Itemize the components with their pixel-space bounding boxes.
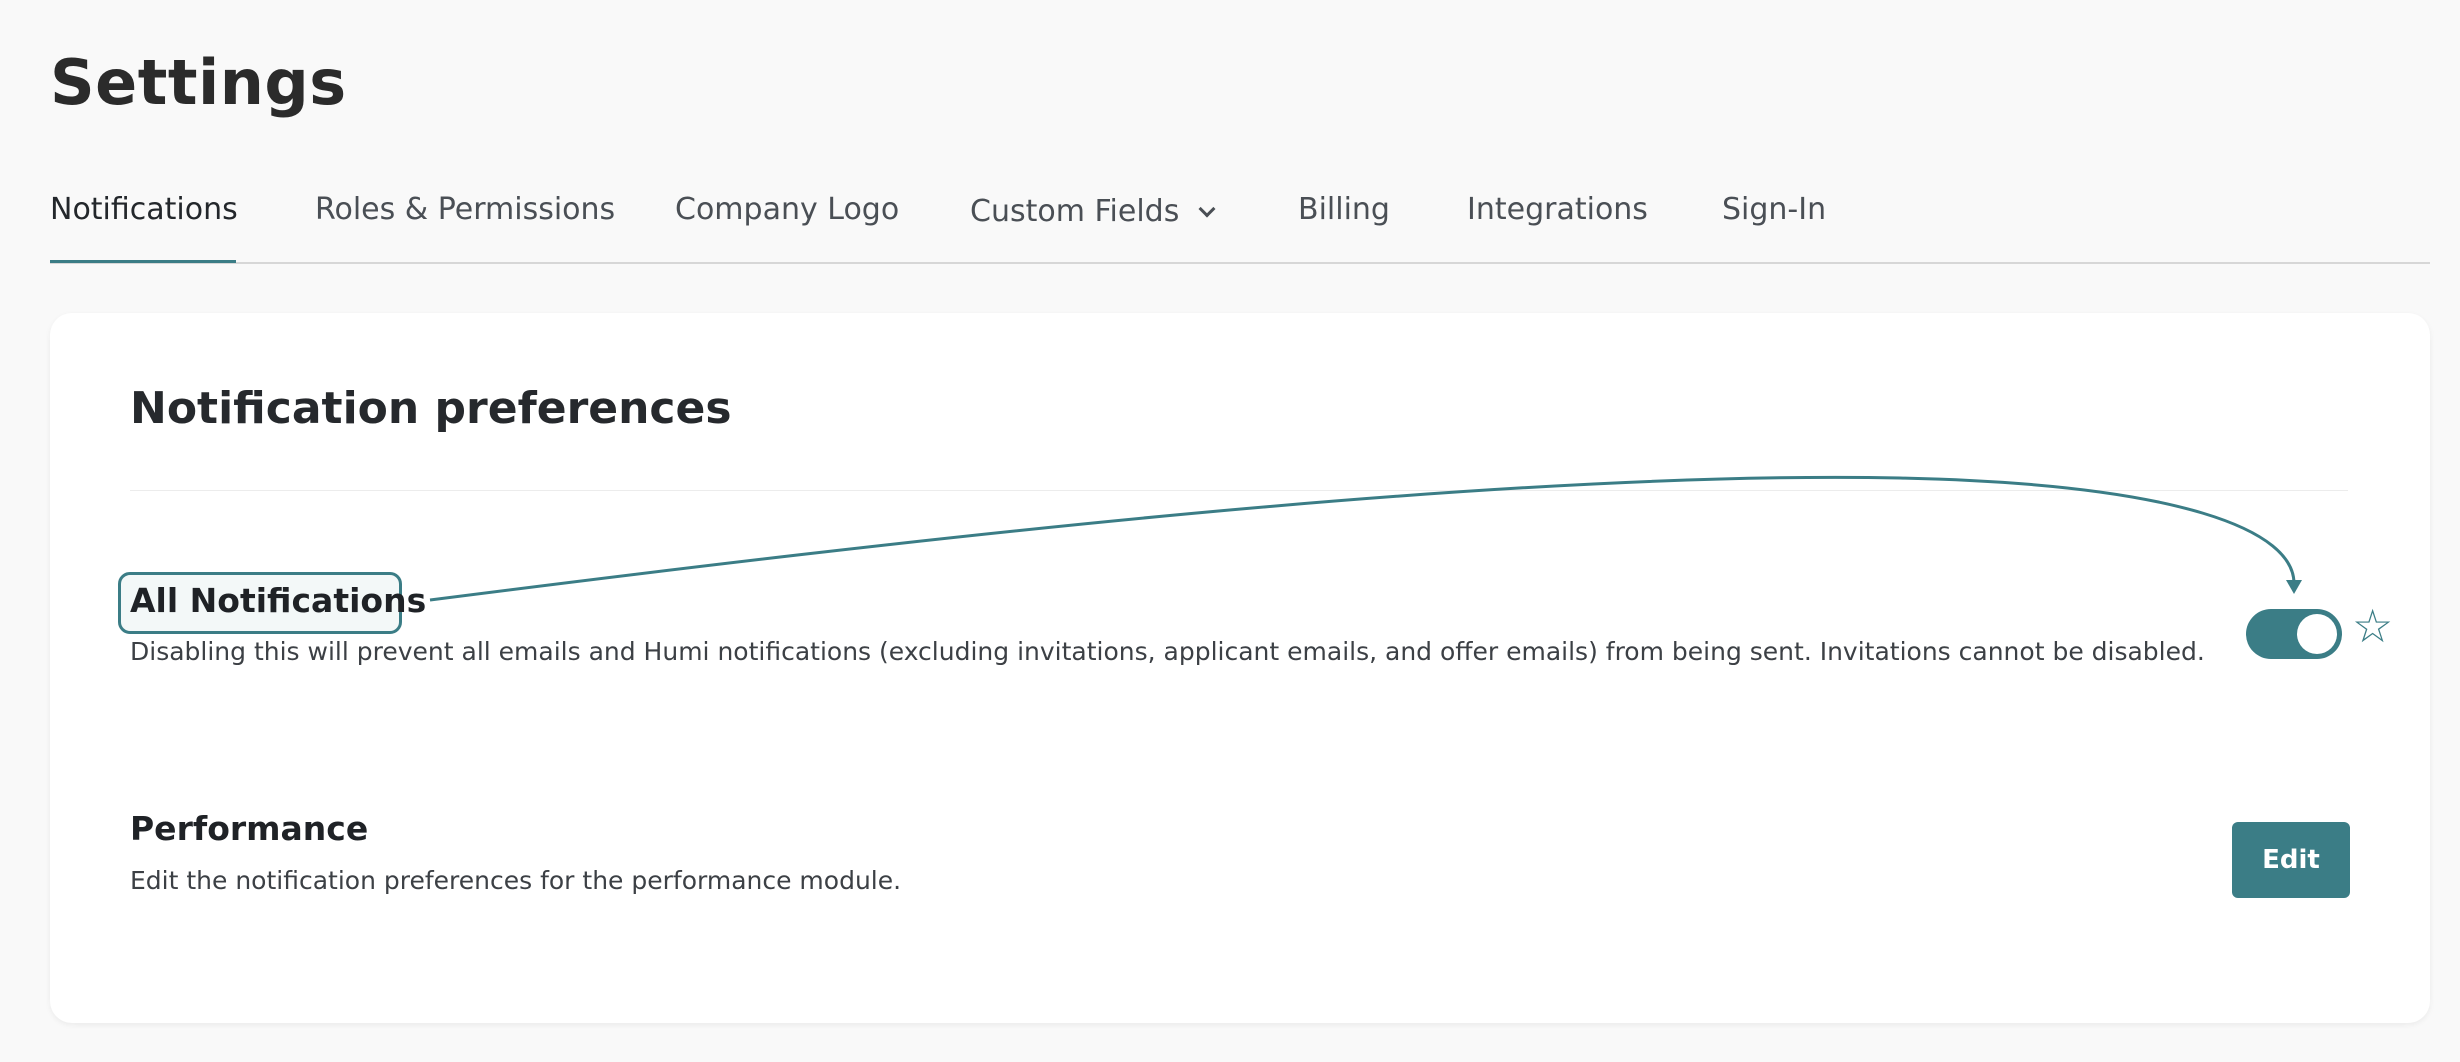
notification-preferences-card: Notification preferences All Notificatio…: [50, 313, 2430, 1023]
tab-company-logo[interactable]: Company Logo: [675, 192, 899, 227]
tab-integrations[interactable]: Integrations: [1467, 192, 1648, 227]
performance-edit-button[interactable]: Edit: [2232, 822, 2350, 898]
tab-notifications[interactable]: Notifications: [50, 192, 238, 227]
tab-roles-permissions[interactable]: Roles & Permissions: [315, 192, 615, 227]
all-notifications-description: Disabling this will prevent all emails a…: [130, 637, 2205, 666]
toggle-knob: [2297, 614, 2337, 654]
all-notifications-toggle[interactable]: [2246, 609, 2342, 659]
page-title: Settings: [50, 46, 347, 119]
tab-label: Roles & Permissions: [315, 192, 616, 227]
tab-label: Integrations: [1467, 192, 1648, 227]
all-notifications-label: All Notifications: [130, 581, 427, 620]
tab-label: Billing: [1298, 192, 1390, 227]
card-title: Notification preferences: [130, 383, 732, 434]
tab-sign-in[interactable]: Sign-In: [1722, 192, 1826, 227]
tab-label: Custom Fields: [970, 194, 1180, 229]
settings-page: Settings Notifications Roles & Permissio…: [0, 0, 2460, 1062]
settings-tabs: Notifications Roles & Permissions Compan…: [50, 180, 2430, 264]
tab-custom-fields[interactable]: Custom Fields: [970, 194, 1216, 229]
tab-label: Company Logo: [675, 192, 900, 227]
tab-label: Sign-In: [1722, 192, 1827, 227]
tab-label: Notifications: [50, 192, 238, 227]
tab-billing[interactable]: Billing: [1298, 192, 1390, 227]
card-divider: [130, 490, 2348, 491]
performance-description: Edit the notification preferences for th…: [130, 866, 902, 895]
active-tab-indicator: [50, 260, 236, 263]
star-icon[interactable]: ☆: [2352, 603, 2393, 649]
chevron-down-icon: [1198, 200, 1216, 218]
performance-label: Performance: [130, 809, 369, 848]
